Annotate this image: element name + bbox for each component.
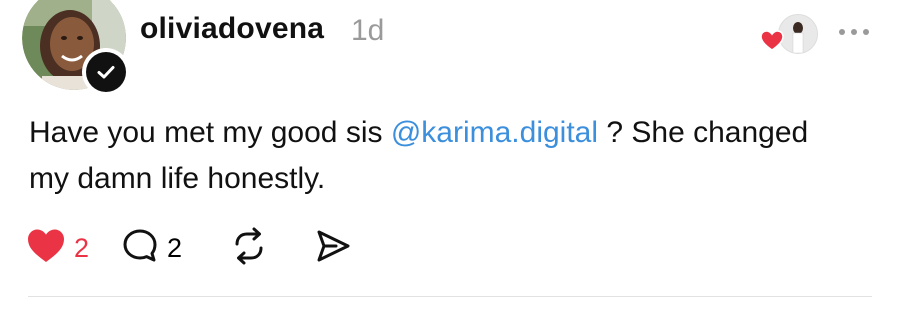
repost-arrows-icon: [230, 227, 268, 270]
mention-link[interactable]: @karima.digital: [391, 116, 598, 149]
heart-filled-icon: [26, 228, 66, 269]
post-actions: 2 2: [26, 226, 352, 270]
post-body: Have you met my good sis @karima.digital…: [29, 110, 849, 202]
username[interactable]: oliviadovena: [140, 12, 324, 46]
post-timestamp: 1d: [351, 14, 385, 47]
post-divider: [28, 296, 872, 297]
check-badge-icon: [86, 52, 126, 92]
like-count: 2: [74, 232, 90, 263]
like-button[interactable]: 2: [26, 228, 89, 269]
verified-badge: [82, 48, 130, 96]
thread-post: oliviadovena 1d Have you met my good sis…: [0, 0, 900, 309]
reply-button[interactable]: 2: [121, 227, 182, 270]
share-button[interactable]: [314, 227, 352, 270]
send-arrow-icon: [314, 227, 352, 270]
post-text-start: Have you met my good sis: [29, 116, 391, 149]
liked-by-indicator[interactable]: [760, 14, 818, 54]
heart-badge-icon: [760, 30, 784, 52]
repost-button[interactable]: [230, 227, 268, 270]
liked-by-avatar: [778, 14, 818, 54]
profile-avatar-wrapper[interactable]: [22, 0, 130, 96]
reply-count: 2: [167, 232, 183, 263]
speech-bubble-icon: [121, 227, 159, 270]
ellipsis-icon[interactable]: [834, 22, 874, 42]
